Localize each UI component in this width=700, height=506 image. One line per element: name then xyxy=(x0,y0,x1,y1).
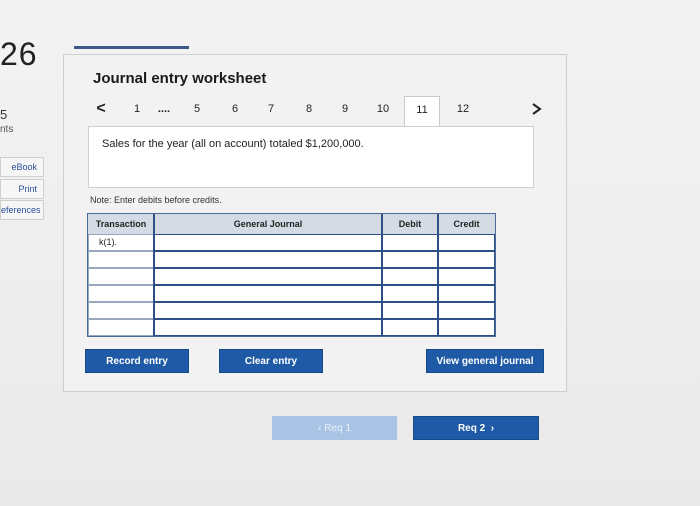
prev-tab-icon[interactable]: < xyxy=(92,96,110,122)
table-divider xyxy=(381,214,383,336)
ebook-link[interactable]: eBook xyxy=(0,157,44,177)
table-row-6-credit[interactable] xyxy=(438,319,495,336)
table-row-3-transaction xyxy=(88,268,154,285)
table-row-1-debit[interactable] xyxy=(382,234,438,251)
record-entry-button[interactable]: Record entry xyxy=(85,349,189,373)
journal-table: Transaction General Journal Debit Credit… xyxy=(87,213,496,337)
header-general-journal: General Journal xyxy=(154,214,382,234)
view-general-journal-button[interactable]: View general journal xyxy=(426,349,544,373)
table-row-2-debit[interactable] xyxy=(382,251,438,268)
table-row-4-account[interactable] xyxy=(154,285,382,302)
tab-12[interactable]: 12 xyxy=(452,96,474,122)
worksheet-title: Journal entry worksheet xyxy=(93,70,267,87)
description-box xyxy=(88,126,534,188)
question-number: 26 xyxy=(0,36,38,72)
tab-8[interactable]: 8 xyxy=(302,96,316,122)
table-row-4-transaction xyxy=(88,285,154,302)
worksheet-tabs: < 1 .... 5 6 7 8 9 10 11 12 xyxy=(88,96,556,127)
references-link[interactable]: eferences xyxy=(0,200,44,220)
table-row-6-account[interactable] xyxy=(154,319,382,336)
points-value: 5 xyxy=(0,107,8,122)
tab-10[interactable]: 10 xyxy=(372,96,394,122)
tab-ellipsis[interactable]: .... xyxy=(146,96,182,122)
clear-entry-button[interactable]: Clear entry xyxy=(219,349,323,373)
table-divider xyxy=(437,214,439,336)
tab-5[interactable]: 5 xyxy=(190,96,204,122)
chevron-right-icon: › xyxy=(485,423,495,434)
title-rule xyxy=(74,46,189,49)
table-row-5-debit[interactable] xyxy=(382,302,438,319)
points-label: nts xyxy=(0,124,14,135)
table-row-4-debit[interactable] xyxy=(382,285,438,302)
table-row-1-transaction: k(1). xyxy=(88,234,154,251)
print-link[interactable]: Print xyxy=(0,179,44,199)
next-req-label: Req 2 xyxy=(457,423,486,434)
table-row-4-credit[interactable] xyxy=(438,285,495,302)
next-req-button[interactable]: Req 2 › xyxy=(413,416,539,440)
table-row-5-credit[interactable] xyxy=(438,302,495,319)
prev-req-button: ‹ Req 1 xyxy=(272,416,397,440)
description-text: Sales for the year (all on account) tota… xyxy=(102,138,364,150)
table-row-1-account[interactable] xyxy=(154,234,382,251)
header-credit: Credit xyxy=(438,214,495,234)
tab-11[interactable]: 11 xyxy=(404,96,440,127)
tab-1[interactable]: 1 xyxy=(130,96,144,122)
table-row-2-account[interactable] xyxy=(154,251,382,268)
note-text: Note: Enter debits before credits. xyxy=(90,195,222,205)
table-row-1-credit[interactable] xyxy=(438,234,495,251)
table-row-5-account[interactable] xyxy=(154,302,382,319)
table-row-6-transaction xyxy=(88,319,154,336)
table-row-5-transaction xyxy=(88,302,154,319)
tab-6[interactable]: 6 xyxy=(228,96,242,122)
tab-9[interactable]: 9 xyxy=(338,96,352,122)
table-row-6-debit[interactable] xyxy=(382,319,438,336)
table-row-2-transaction xyxy=(88,251,154,268)
chevron-right-icon[interactable] xyxy=(528,96,546,122)
prev-req-label: Req 1 xyxy=(324,423,351,434)
table-row-3-credit[interactable] xyxy=(438,268,495,285)
table-row-2-credit[interactable] xyxy=(438,251,495,268)
table-row-3-debit[interactable] xyxy=(382,268,438,285)
table-divider xyxy=(153,214,155,336)
header-debit: Debit xyxy=(382,214,438,234)
table-row-3-account[interactable] xyxy=(154,268,382,285)
header-transaction: Transaction xyxy=(88,214,154,234)
tab-7[interactable]: 7 xyxy=(264,96,278,122)
